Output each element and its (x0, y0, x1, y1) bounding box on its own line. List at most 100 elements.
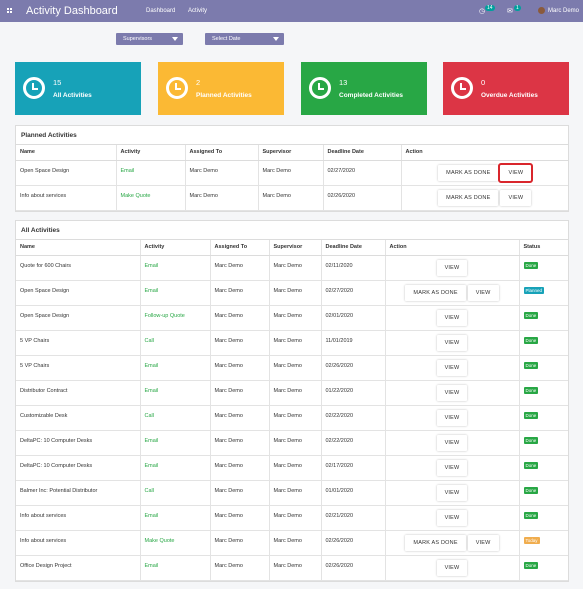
row-status: Done (519, 480, 568, 506)
row-status: Planned (519, 280, 568, 306)
table-row: Info about services Make Quote Marc Demo Ma… (16, 185, 568, 211)
chevron-down-icon (172, 37, 178, 41)
nav-activity[interactable]: Activity (188, 8, 207, 14)
row-supervisor: Marc Demo (269, 530, 322, 556)
card-count: 0 (481, 78, 486, 87)
row-action: MARK AS DONE VIEW (385, 280, 520, 306)
view-button[interactable]: VIEW (436, 309, 468, 326)
clock-icon (23, 77, 45, 99)
row-assigned-to: Marc Demo (210, 355, 270, 381)
card-label: All Activities (53, 92, 92, 99)
status-badge: Done (523, 361, 539, 369)
row-assigned-to: Marc Demo (210, 455, 270, 481)
row-deadline: 02/11/2020 (321, 255, 386, 281)
row-activity: Call (140, 480, 211, 506)
view-button[interactable]: VIEW (436, 409, 468, 426)
row-supervisor: Marc Demo (269, 480, 322, 506)
row-deadline: 02/26/2020 (323, 185, 402, 211)
view-button[interactable]: VIEW (436, 459, 468, 476)
row-deadline: 02/22/2020 (321, 405, 386, 431)
status-badge: Done (523, 461, 539, 469)
row-assigned-to: Marc Demo (210, 405, 270, 431)
app-title: Activity Dashboard (26, 5, 118, 17)
row-deadline: 02/22/2020 (321, 430, 386, 456)
table-row: Open Space Design Email Marc Demo Marc Demo… (16, 280, 568, 306)
row-status: Done (519, 555, 568, 581)
avatar[interactable] (538, 7, 545, 14)
row-deadline: 11/01/2019 (321, 330, 386, 356)
row-assigned-to: Marc Demo (185, 160, 259, 186)
row-name: Distributor Contract (16, 380, 141, 406)
row-name: Info about services (16, 530, 141, 556)
row-name: Open Space Design (16, 280, 141, 306)
card-label: Completed Activities (339, 92, 404, 99)
row-assigned-to: Marc Demo (185, 185, 259, 211)
row-activity: Make Quote (116, 185, 186, 211)
row-assigned-to: Marc Demo (210, 280, 270, 306)
mark-as-done-button[interactable]: MARK AS DONE (405, 534, 466, 551)
view-button[interactable]: VIEW (436, 484, 468, 501)
view-button[interactable]: VIEW (436, 359, 468, 376)
summary-card[interactable]: 0 Overdue Activities (443, 62, 569, 115)
supervisors-dropdown-label: Supervisors (123, 36, 153, 42)
date-dropdown[interactable]: Select Date (205, 33, 284, 45)
row-activity: Email (140, 255, 211, 281)
table-row: Customizable Desk Call Marc Demo Marc Demo 0… (16, 405, 568, 431)
view-button[interactable]: VIEW (467, 284, 499, 301)
view-button[interactable]: VIEW (498, 162, 534, 183)
row-supervisor: Marc Demo (269, 305, 322, 331)
mark-as-done-button[interactable]: MARK AS DONE (405, 284, 466, 301)
table-row: Info about services Email Marc Demo Marc De… (16, 505, 568, 531)
row-name: Info about services (16, 185, 117, 211)
view-button[interactable]: VIEW (500, 189, 532, 206)
table-row: DeltaPC: 10 Computer Desks Email Marc Demo… (16, 455, 568, 481)
row-status: Done (519, 430, 568, 456)
chevron-down-icon (273, 37, 279, 41)
summary-card[interactable]: 13 Completed Activities (301, 62, 427, 115)
status-badge: Done (523, 261, 539, 269)
user-menu[interactable]: Marc Demo (548, 8, 579, 14)
summary-card[interactable]: 2 Planned Activities (158, 62, 284, 115)
status-badge: Done (523, 511, 539, 519)
row-activity: Call (140, 330, 211, 356)
row-action: VIEW (385, 305, 520, 331)
view-button[interactable]: VIEW (436, 334, 468, 351)
row-action: VIEW (385, 405, 520, 431)
row-status: Done (519, 330, 568, 356)
nav-dashboard[interactable]: Dashboard (146, 8, 175, 14)
summary-card[interactable]: 15 All Activities (15, 62, 141, 115)
table-row: 5 VP Chairs Call Marc Demo Marc Demo 11/01/2… (16, 330, 568, 356)
row-deadline: 02/21/2020 (321, 505, 386, 531)
status-badge: Planned (523, 286, 545, 294)
row-supervisor: Marc Demo (269, 355, 322, 381)
mark-as-done-button[interactable]: MARK AS DONE (438, 189, 499, 206)
row-name: Info about services (16, 505, 141, 531)
row-supervisor: Marc Demo (269, 430, 322, 456)
view-button[interactable]: VIEW (436, 434, 468, 451)
row-assigned-to: Marc Demo (210, 380, 270, 406)
row-assigned-to: Marc Demo (210, 505, 270, 531)
row-supervisor: Marc Demo (269, 280, 322, 306)
column-header: Deadline Date (323, 145, 402, 161)
row-activity: Email (140, 355, 211, 381)
apps-menu-icon[interactable] (7, 8, 13, 13)
view-button[interactable]: VIEW (436, 384, 468, 401)
supervisors-dropdown[interactable]: Supervisors (116, 33, 183, 45)
view-button[interactable]: VIEW (436, 559, 468, 576)
row-status: Done (519, 255, 568, 281)
row-action: VIEW (385, 455, 520, 481)
view-button[interactable]: VIEW (436, 259, 468, 276)
table-row: DeltaPC: 10 Computer Desks Email Marc Demo… (16, 430, 568, 456)
top-navbar: Activity Dashboard Dashboard Activity ◷ … (0, 0, 583, 22)
view-button[interactable]: VIEW (436, 509, 468, 526)
row-supervisor: Marc Demo (269, 380, 322, 406)
column-header: Assigned To (210, 240, 270, 256)
row-action: VIEW (385, 355, 520, 381)
status-badge: Done (523, 436, 539, 444)
view-button[interactable]: VIEW (467, 534, 499, 551)
row-deadline: 01/01/2020 (321, 480, 386, 506)
mark-as-done-button[interactable]: MARK AS DONE (438, 164, 499, 181)
row-status: Done (519, 380, 568, 406)
chat-icon[interactable]: ✉ (507, 7, 513, 15)
status-badge: Done (523, 386, 539, 394)
